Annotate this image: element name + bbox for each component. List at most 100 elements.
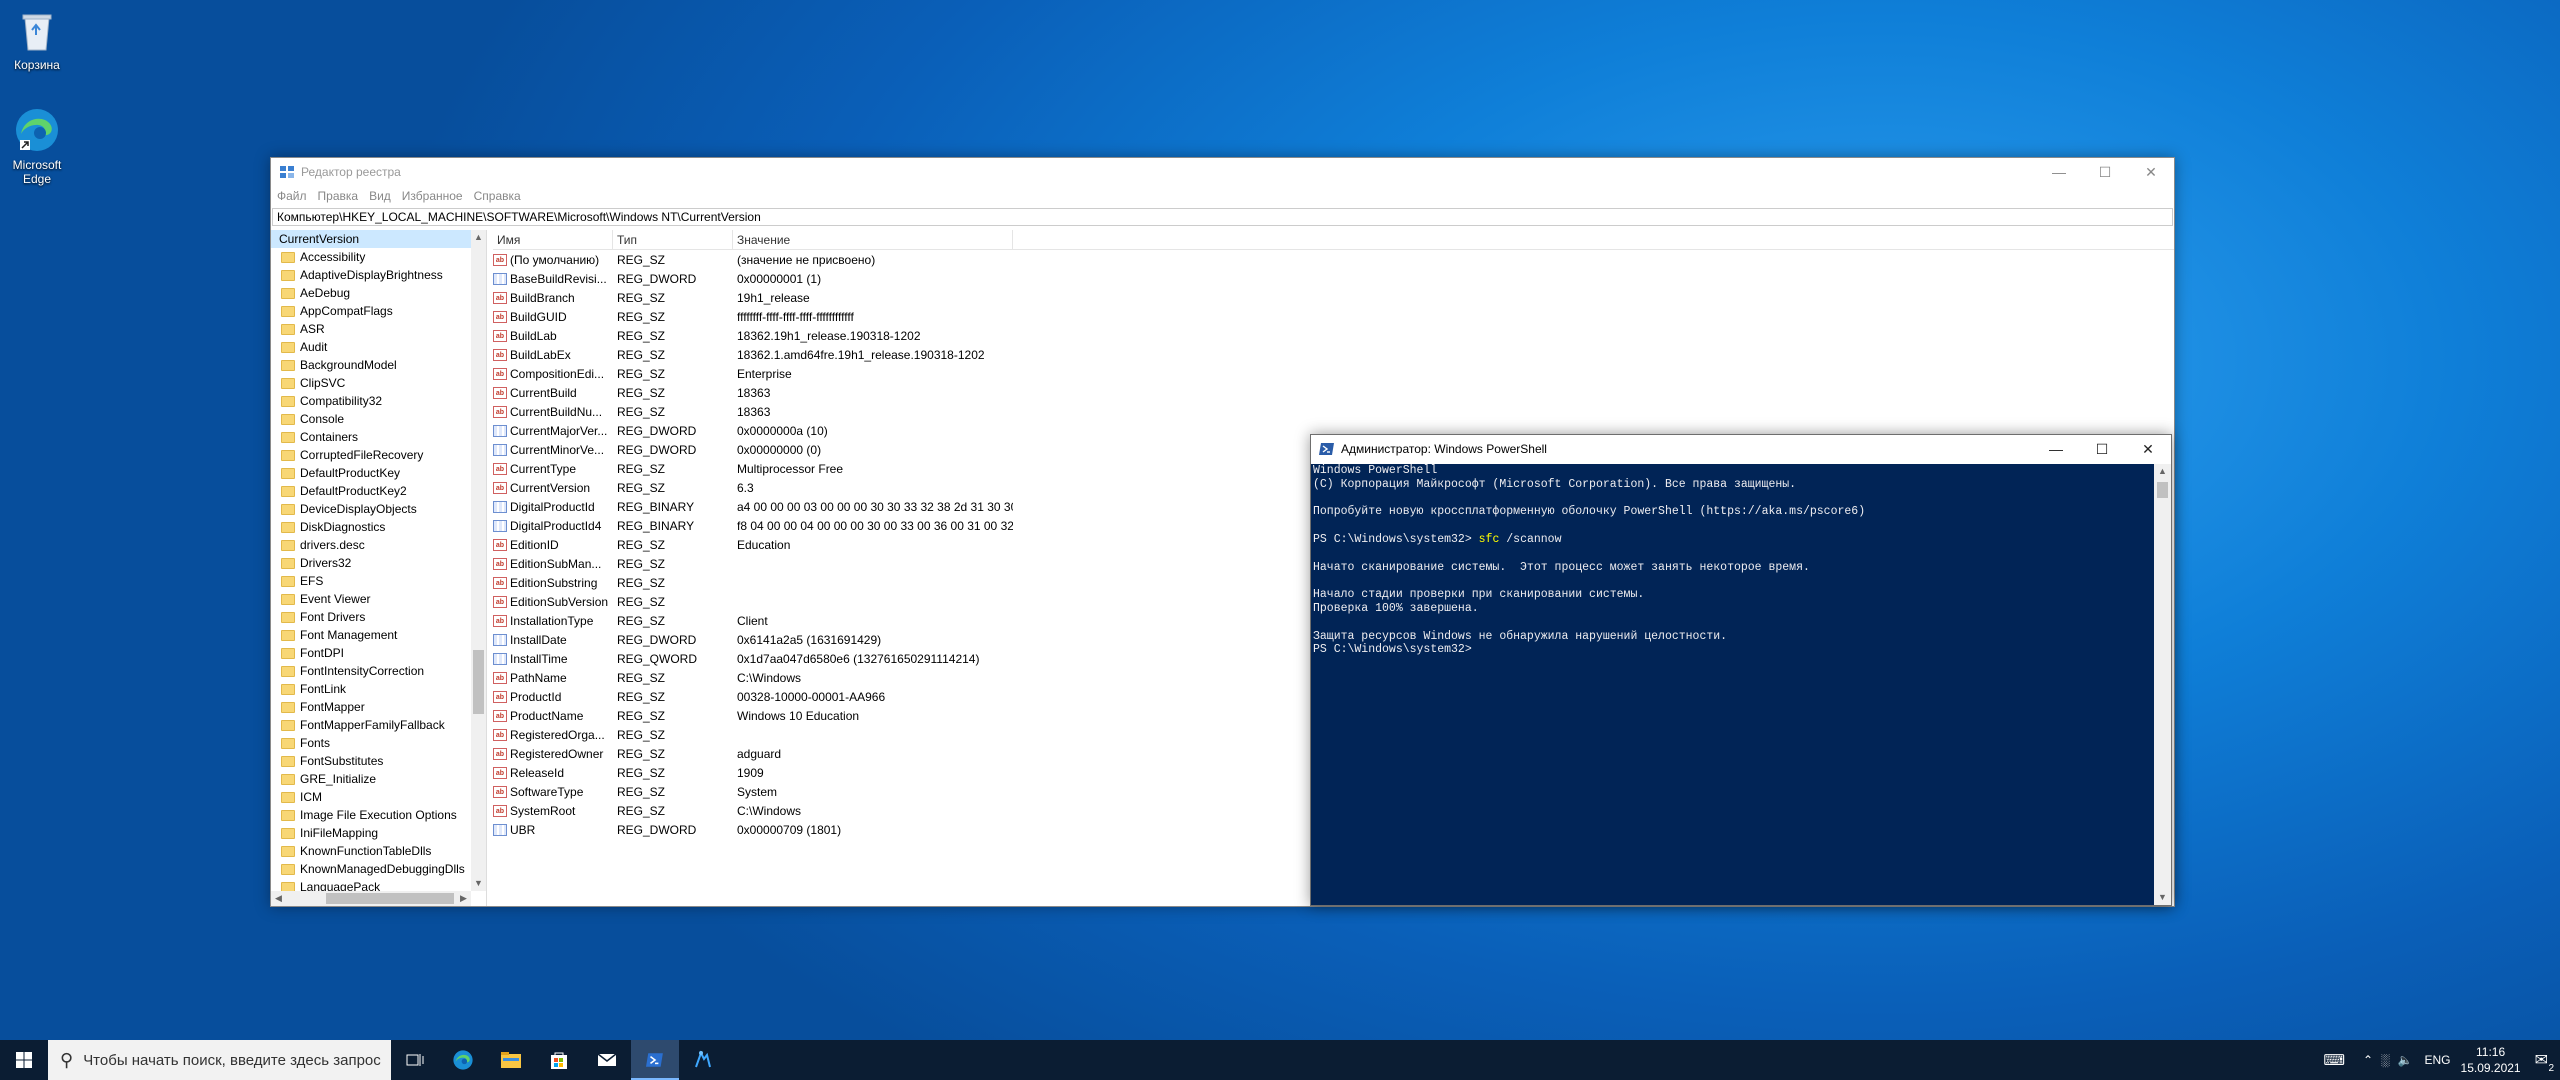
value-row[interactable]: ab (По умолчанию) REG_SZ (значение не присв…: [493, 250, 2174, 269]
value-type-cell: REG_SZ: [617, 404, 666, 419]
value-row[interactable]: ab BuildLabEx REG_SZ 18362.1.amd64fre.19h1_…: [493, 345, 2174, 364]
value-name-cell: InstallDate: [493, 633, 613, 647]
tree-item[interactable]: ASR: [271, 320, 471, 338]
tree-item[interactable]: drivers.desc: [271, 536, 471, 554]
tree-item[interactable]: Accessibility: [271, 248, 471, 266]
value-row[interactable]: ab BuildGUID REG_SZ ffffffff-ffff-ffff-ffff…: [493, 307, 2174, 326]
tree-item[interactable]: Image File Execution Options: [271, 806, 471, 824]
regedit-titlebar[interactable]: Редактор реестра — ☐ ✕: [271, 158, 2174, 186]
maximize-button[interactable]: ☐: [2082, 158, 2128, 186]
tree-item[interactable]: AppCompatFlags: [271, 302, 471, 320]
tree-item[interactable]: Font Management: [271, 626, 471, 644]
network-icon[interactable]: ░: [2381, 1053, 2390, 1067]
taskbar-explorer-button[interactable]: [487, 1040, 535, 1080]
column-name-header[interactable]: Имя: [493, 229, 613, 250]
value-data-cell: 18362.1.amd64fre.19h1_release.190318-120…: [737, 347, 985, 362]
edge-shortcut[interactable]: Microsoft Edge: [4, 106, 70, 186]
tree-item[interactable]: DefaultProductKey: [271, 464, 471, 482]
tree-item[interactable]: Font Drivers: [271, 608, 471, 626]
menu-help[interactable]: Справка: [474, 189, 521, 203]
start-button[interactable]: [0, 1040, 48, 1080]
console-args: /scannow: [1499, 532, 1562, 546]
tree-item[interactable]: Console: [271, 410, 471, 428]
powershell-scrollbar[interactable]: ▲ ▼: [2154, 464, 2171, 905]
value-row[interactable]: ab CurrentBuildNu... REG_SZ 18363: [493, 402, 2174, 421]
tree-vertical-scrollbar[interactable]: ▲ ▼: [471, 230, 486, 891]
scroll-left-icon[interactable]: ◀: [271, 891, 286, 906]
tree-item[interactable]: AeDebug: [271, 284, 471, 302]
tree-item[interactable]: Drivers32: [271, 554, 471, 572]
tree-item[interactable]: IniFileMapping: [271, 824, 471, 842]
tree-item-selected[interactable]: CurrentVersion: [271, 230, 471, 248]
minimize-button[interactable]: —: [2036, 158, 2082, 186]
scroll-up-icon[interactable]: ▲: [471, 230, 486, 245]
value-row[interactable]: ab CompositionEdi... REG_SZ Enterprise: [493, 364, 2174, 383]
tree-item-label: ASR: [300, 322, 325, 336]
powershell-console[interactable]: Windows PowerShell (C) Корпорация Майкрос…: [1311, 464, 2171, 905]
close-button[interactable]: ✕: [2128, 158, 2174, 186]
tree-item[interactable]: GRE_Initialize: [271, 770, 471, 788]
volume-icon[interactable]: 🔈: [2398, 1053, 2413, 1067]
chevron-up-icon[interactable]: ⌃: [2363, 1053, 2373, 1067]
ps-close-button[interactable]: ✕: [2125, 435, 2171, 463]
value-row[interactable]: ab BuildBranch REG_SZ 19h1_release: [493, 288, 2174, 307]
tree-item[interactable]: FontSubstitutes: [271, 752, 471, 770]
tree-item[interactable]: DeviceDisplayObjects: [271, 500, 471, 518]
tree-item[interactable]: DefaultProductKey2: [271, 482, 471, 500]
tree-item[interactable]: Containers: [271, 428, 471, 446]
keyboard-icon[interactable]: ⌨: [2323, 1051, 2345, 1069]
menu-file[interactable]: Файл: [277, 189, 307, 203]
tree-horizontal-scrollbar[interactable]: ◀ ▶: [271, 891, 471, 906]
tree-item[interactable]: BackgroundModel: [271, 356, 471, 374]
column-type-header[interactable]: Тип: [613, 229, 733, 250]
clock[interactable]: 11:16 15.09.2021: [2461, 1044, 2521, 1076]
string-value-icon: ab: [493, 766, 507, 779]
scroll-down-icon[interactable]: ▼: [471, 876, 486, 891]
tree-item[interactable]: FontDPI: [271, 644, 471, 662]
menu-edit[interactable]: Правка: [318, 189, 359, 203]
tree-item[interactable]: Event Viewer: [271, 590, 471, 608]
language-indicator[interactable]: ENG: [2425, 1053, 2451, 1067]
menu-favorites[interactable]: Избранное: [402, 189, 463, 203]
tree-item[interactable]: KnownManagedDebuggingDlls: [271, 860, 471, 878]
tree-item[interactable]: EFS: [271, 572, 471, 590]
tree-item[interactable]: DiskDiagnostics: [271, 518, 471, 536]
task-view-button[interactable]: [391, 1040, 439, 1080]
tree-item[interactable]: Fonts: [271, 734, 471, 752]
tree-item[interactable]: KnownFunctionTableDlls: [271, 842, 471, 860]
tree-item[interactable]: CorruptedFileRecovery: [271, 446, 471, 464]
tree-item[interactable]: FontMapperFamilyFallback: [271, 716, 471, 734]
folder-icon: [281, 557, 295, 569]
folder-icon: [281, 647, 295, 659]
ps-scroll-up-icon[interactable]: ▲: [2155, 464, 2170, 479]
column-value-header[interactable]: Значение: [733, 229, 1013, 250]
ps-scroll-down-icon[interactable]: ▼: [2155, 890, 2170, 905]
tree-item[interactable]: Audit: [271, 338, 471, 356]
taskbar-mail-button[interactable]: [583, 1040, 631, 1080]
tree-item[interactable]: FontLink: [271, 680, 471, 698]
tree-item[interactable]: ICM: [271, 788, 471, 806]
tree-item[interactable]: FontMapper: [271, 698, 471, 716]
value-row[interactable]: ab CurrentBuild REG_SZ 18363: [493, 383, 2174, 402]
taskbar-search-box[interactable]: ⚲ Чтобы начать поиск, введите здесь запр…: [48, 1040, 391, 1080]
value-row[interactable]: BaseBuildRevisi... REG_DWORD 0x00000001 (1…: [493, 269, 2174, 288]
powershell-titlebar[interactable]: Администратор: Windows PowerShell — ☐ ✕: [1311, 435, 2171, 463]
menu-view[interactable]: Вид: [369, 189, 391, 203]
taskbar-regedit-button[interactable]: [679, 1040, 727, 1080]
tree-item[interactable]: LanguagePack: [271, 878, 471, 891]
taskbar-edge-button[interactable]: [439, 1040, 487, 1080]
tree-item[interactable]: Compatibility32: [271, 392, 471, 410]
ps-minimize-button[interactable]: —: [2033, 435, 2079, 463]
value-name: CurrentType: [510, 461, 577, 476]
tree-item[interactable]: ClipSVC: [271, 374, 471, 392]
tree-item[interactable]: AdaptiveDisplayBrightness: [271, 266, 471, 284]
taskbar-powershell-button[interactable]: [631, 1040, 679, 1080]
value-row[interactable]: ab BuildLab REG_SZ 18362.19h1_release.19031…: [493, 326, 2174, 345]
taskbar-store-button[interactable]: [535, 1040, 583, 1080]
notification-center-icon[interactable]: ✉ 2: [2535, 1050, 2554, 1074]
tree-item[interactable]: FontIntensityCorrection: [271, 662, 471, 680]
ps-maximize-button[interactable]: ☐: [2079, 435, 2125, 463]
address-bar[interactable]: Компьютер\HKEY_LOCAL_MACHINE\SOFTWARE\Mi…: [272, 208, 2173, 226]
scroll-right-icon[interactable]: ▶: [456, 891, 471, 906]
recycle-bin-shortcut[interactable]: Корзина: [4, 6, 70, 72]
